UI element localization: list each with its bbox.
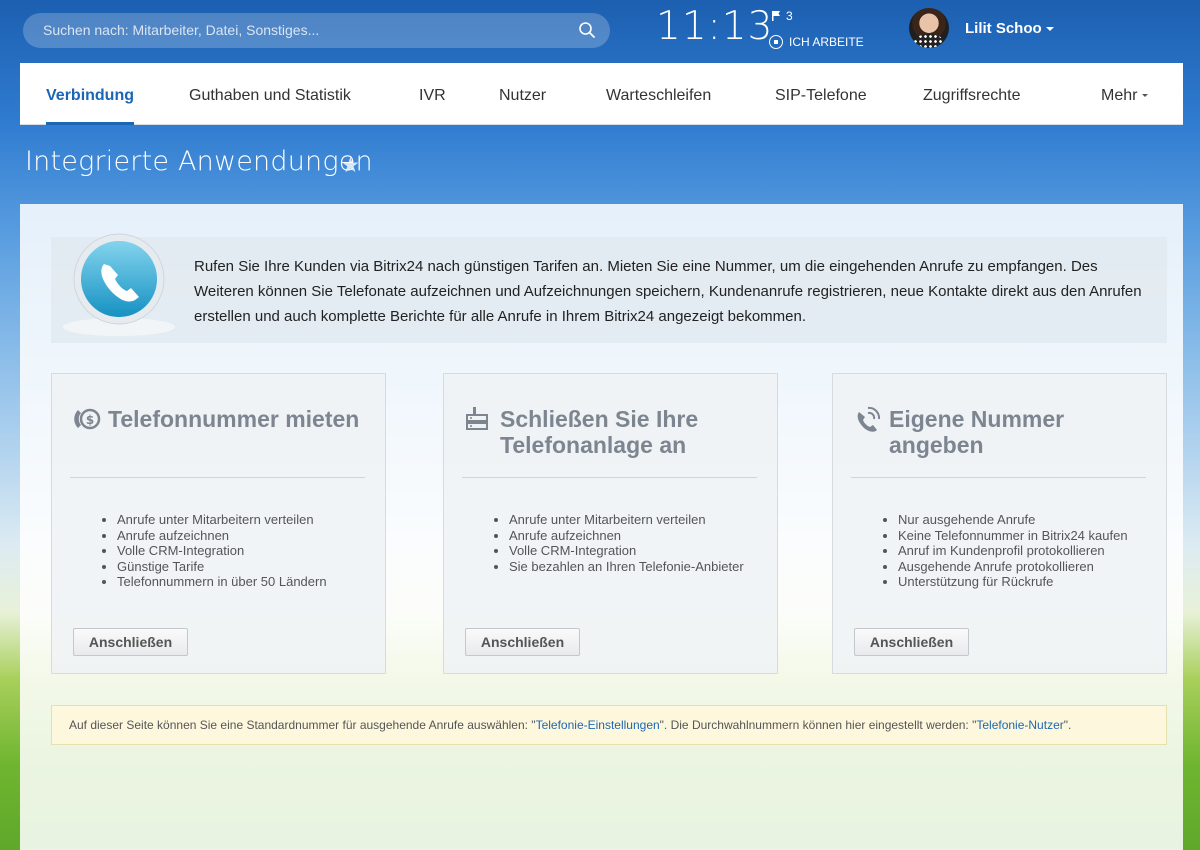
list-item: Volle CRM-Integration [509, 543, 744, 559]
stop-icon [769, 35, 783, 49]
feature-list: Anrufe unter Mitarbeitern verteilen Anru… [491, 512, 744, 574]
card-rent-number: $ Telefonnummer mieten Anrufe unter Mita… [51, 373, 386, 674]
avatar[interactable] [909, 8, 949, 48]
tab-mehr-label: Mehr [1101, 87, 1138, 104]
tab-warteschleifen[interactable]: Warteschleifen [606, 63, 711, 125]
list-item: Unterstützung für Rückrufe [898, 574, 1128, 590]
user-name[interactable]: Lilit Schoo [965, 20, 1042, 37]
tab-guthaben-und-statistik[interactable]: Guthaben und Statistik [189, 63, 351, 125]
star-icon[interactable]: ★ [341, 153, 360, 178]
feature-list: Nur ausgehende Anrufe Keine Telefonnumme… [880, 512, 1128, 590]
telephony-users-link[interactable]: Telefonie-Nutzer [976, 718, 1063, 732]
list-item: Anrufe aufzeichnen [509, 528, 744, 544]
card-own-number: Eigene Nummer angeben Nur ausgehende Anr… [832, 373, 1167, 674]
list-item: Keine Telefonnummer in Bitrix24 kaufen [898, 528, 1128, 544]
divider [851, 477, 1146, 478]
rent-number-icon: $ [74, 408, 101, 430]
feature-list: Anrufe unter Mitarbeitern verteilen Anru… [99, 512, 327, 590]
task-counter[interactable]: 3 [772, 9, 793, 23]
main-panel: Rufen Sie Ihre Kunden via Bitrix24 nach … [20, 204, 1183, 850]
tab-sip-telefone[interactable]: SIP-Telefone [775, 63, 867, 125]
list-item: Anruf im Kundenprofil protokollieren [898, 543, 1128, 559]
list-item: Anrufe unter Mitarbeitern verteilen [509, 512, 744, 528]
tab-bar: Verbindung Guthaben und Statistik IVR Nu… [20, 63, 1183, 125]
search-icon[interactable] [578, 21, 596, 39]
task-count: 3 [786, 9, 793, 23]
chevron-down-icon[interactable] [1046, 27, 1054, 31]
page-title: Integrierte Anwendungen [25, 146, 373, 177]
tab-ivr[interactable]: IVR [419, 63, 446, 125]
flag-icon [772, 11, 780, 21]
intro-box: Rufen Sie Ihre Kunden via Bitrix24 nach … [51, 233, 1167, 343]
connect-button[interactable]: Anschließen [73, 628, 188, 656]
pbx-icon [466, 407, 488, 430]
info-notice: Auf dieser Seite können Sie eine Standar… [51, 705, 1167, 745]
list-item: Anrufe unter Mitarbeitern verteilen [117, 512, 327, 528]
svg-text:$: $ [86, 413, 94, 427]
callback-phone-icon [857, 406, 881, 432]
chevron-down-icon [1142, 94, 1149, 97]
search-placeholder: Suchen nach: Mitarbeiter, Datei, Sonstig… [43, 22, 320, 38]
notice-text: Auf dieser Seite können Sie eine Standar… [69, 718, 536, 732]
card-pbx: Schließen Sie Ihre Telefonanlage an Anru… [443, 373, 778, 674]
list-item: Telefonnummern in über 50 Ländern [117, 574, 327, 590]
connect-button[interactable]: Anschließen [854, 628, 969, 656]
tab-verbindung[interactable]: Verbindung [46, 63, 134, 125]
clock[interactable]: 11:13 [656, 4, 773, 49]
card-title: Telefonnummer mieten [108, 406, 360, 432]
connect-button[interactable]: Anschließen [465, 628, 580, 656]
list-item: Nur ausgehende Anrufe [898, 512, 1128, 528]
top-bar: Suchen nach: Mitarbeiter, Datei, Sonstig… [0, 0, 1200, 62]
list-item: Anrufe aufzeichnen [117, 528, 327, 544]
work-status-label: ICH ARBEITE [789, 35, 864, 49]
notice-text: ". Die Durchwahlnummern können hier eing… [659, 718, 977, 732]
tab-zugriffsrechte[interactable]: Zugriffsrechte [923, 63, 1021, 125]
list-item: Ausgehende Anrufe protokollieren [898, 559, 1128, 575]
card-title: Eigene Nummer angeben [889, 406, 1065, 458]
telephony-settings-link[interactable]: Telefonie-Einstellungen [536, 718, 660, 732]
work-status-button[interactable]: ICH ARBEITE [769, 35, 864, 49]
tab-nutzer[interactable]: Nutzer [499, 63, 546, 125]
divider [462, 477, 757, 478]
list-item: Günstige Tarife [117, 559, 327, 575]
list-item: Sie bezahlen an Ihren Telefonie-Anbieter [509, 559, 744, 575]
notice-text: ". [1063, 718, 1072, 732]
search-input[interactable]: Suchen nach: Mitarbeiter, Datei, Sonstig… [23, 13, 610, 48]
divider [70, 477, 365, 478]
tab-mehr[interactable]: Mehr [1101, 63, 1149, 125]
card-title: Schließen Sie Ihre Telefonanlage an [500, 406, 699, 458]
phone-badge-icon [63, 233, 175, 336]
list-item: Volle CRM-Integration [117, 543, 327, 559]
intro-text: Rufen Sie Ihre Kunden via Bitrix24 nach … [194, 258, 1142, 325]
